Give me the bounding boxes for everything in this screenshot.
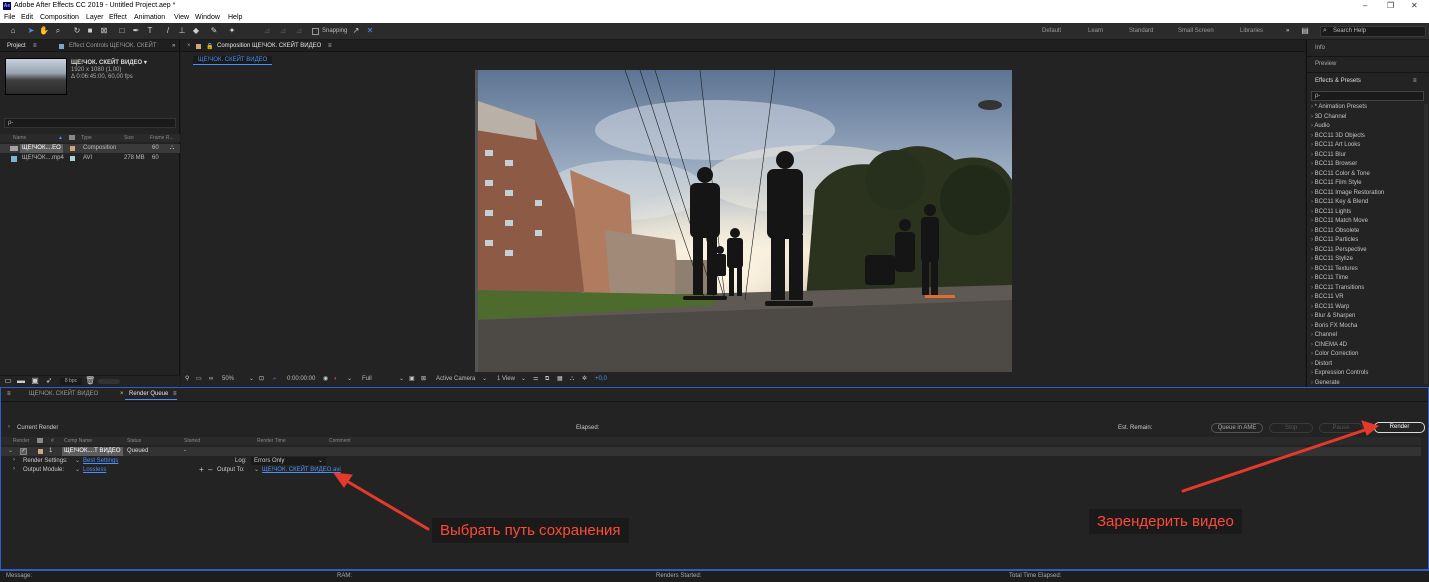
arrow-render <box>1181 428 1367 493</box>
arrow-save-path <box>343 478 430 531</box>
arrow-head <box>1361 420 1380 436</box>
callout-save-path: Выбрать путь сохранения <box>432 518 629 543</box>
callout-render-video: Зарендерить видео <box>1089 509 1242 534</box>
annotation-arrows <box>332 420 1380 531</box>
arrow-head <box>332 472 353 488</box>
